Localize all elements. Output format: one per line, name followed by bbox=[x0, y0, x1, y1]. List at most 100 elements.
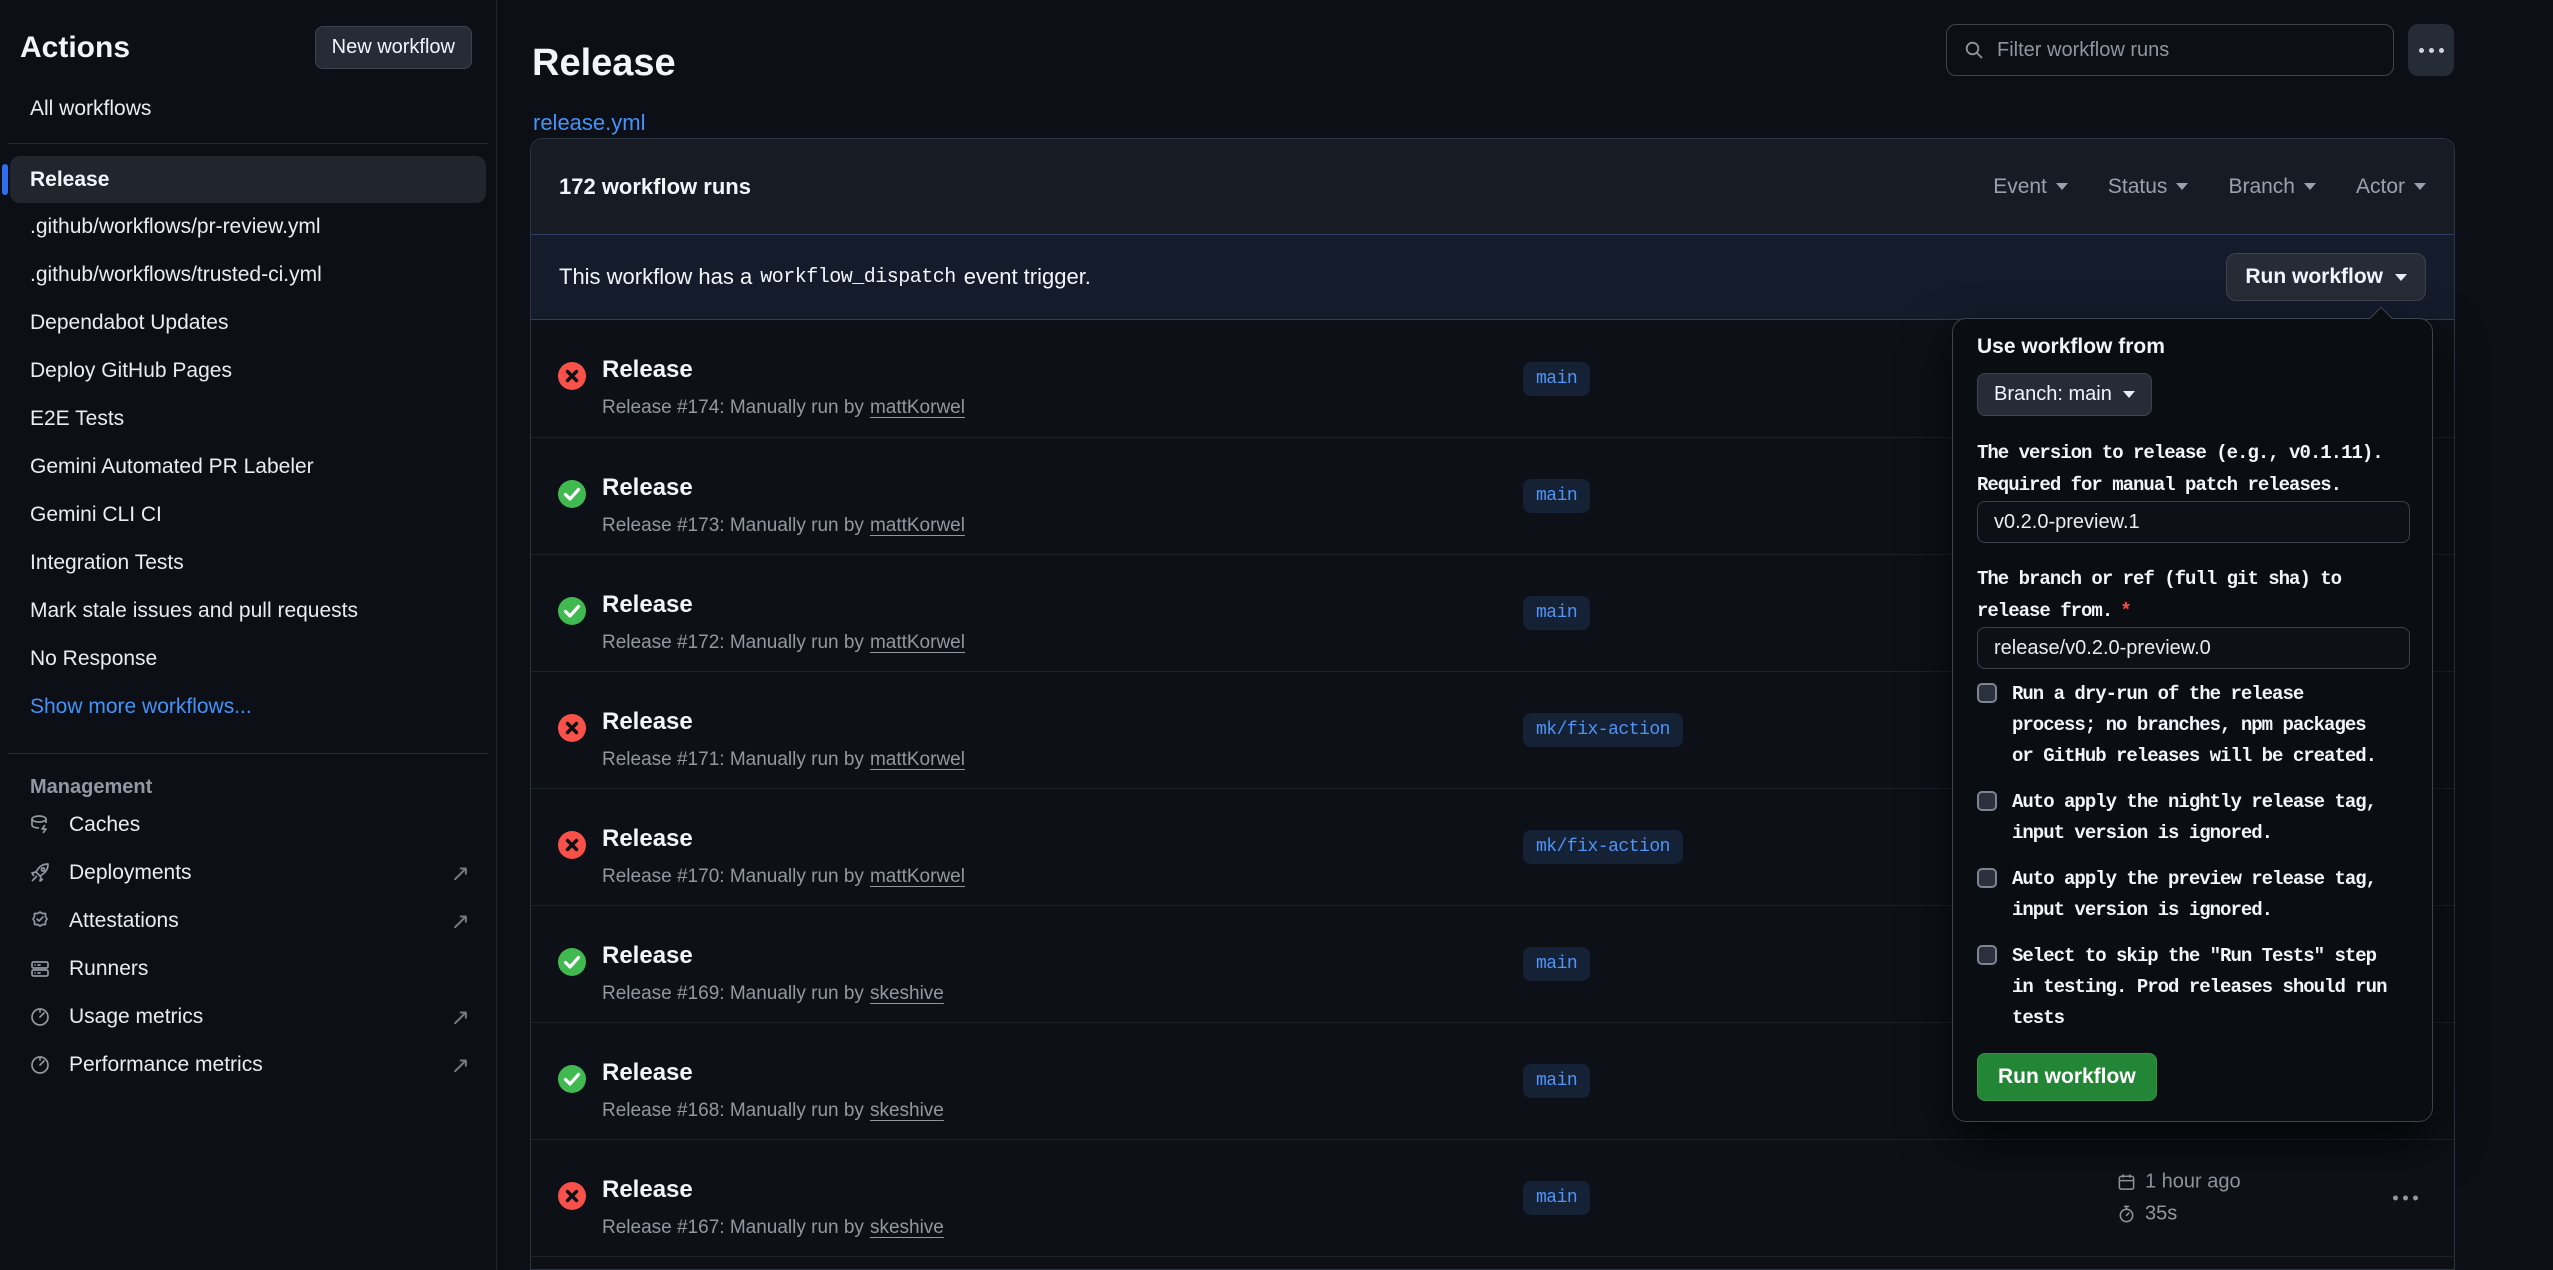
branch-badge[interactable]: main bbox=[1523, 596, 1590, 630]
panel-checkbox[interactable] bbox=[1977, 868, 1997, 888]
sidebar-divider bbox=[8, 143, 488, 144]
x-circle-icon bbox=[557, 361, 587, 391]
sidebar-workflow-item[interactable]: Integration Tests bbox=[0, 539, 496, 587]
run-options-button[interactable] bbox=[2393, 1196, 2418, 1201]
panel-checkbox[interactable] bbox=[1977, 683, 1997, 703]
sidebar-workflow-item[interactable]: Dependabot Updates bbox=[0, 299, 496, 347]
branch-badge[interactable]: main bbox=[1523, 947, 1590, 981]
branch-badge[interactable]: main bbox=[1523, 479, 1590, 513]
workflow-run-row[interactable]: Release Release #167: Manually run byske… bbox=[531, 1139, 2454, 1256]
actor-link[interactable]: mattKorwel bbox=[870, 397, 965, 418]
checkbox-group: Auto apply the preview release tag, inpu… bbox=[1977, 864, 2417, 926]
sidebar-workflow-item[interactable]: Gemini Automated PR Labeler bbox=[0, 443, 496, 491]
branch-badge[interactable]: mk/fix-action bbox=[1523, 830, 1683, 864]
checkbox-group: Auto apply the nightly release tag, inpu… bbox=[1977, 787, 2417, 849]
search-icon bbox=[1963, 39, 1985, 61]
chevron-down-icon bbox=[2123, 391, 2135, 398]
panel-title: Use workflow from bbox=[1977, 335, 2165, 359]
actor-link[interactable]: mattKorwel bbox=[870, 632, 965, 653]
run-description: Release #171: Manually run bymattKorwel bbox=[602, 749, 965, 771]
sidebar-workflow-item[interactable]: .github/workflows/pr-review.yml bbox=[0, 203, 496, 251]
sidebar-item-runners[interactable]: Runners bbox=[0, 945, 496, 993]
run-workflow-dropdown-button[interactable]: Run workflow bbox=[2226, 253, 2426, 301]
filter-dropdown[interactable]: Branch bbox=[2228, 175, 2316, 199]
run-description: Release #174: Manually run bymattKorwel bbox=[602, 397, 965, 419]
run-description: Release #172: Manually run bymattKorwel bbox=[602, 632, 965, 654]
workflow-run-row-partial bbox=[531, 1256, 2454, 1270]
sidebar-item-label: Runners bbox=[69, 957, 148, 981]
sidebar-item-label: Usage metrics bbox=[69, 1005, 203, 1029]
sidebar-workflow-item[interactable]: Deploy GitHub Pages bbox=[0, 347, 496, 395]
run-title: Release bbox=[602, 356, 693, 384]
checkbox-label: Run a dry-run of the release process; no… bbox=[2012, 679, 2376, 772]
run-workflow-panel: Use workflow from Branch: main The versi… bbox=[1952, 318, 2433, 1122]
sidebar-item-label: Attestations bbox=[69, 909, 179, 933]
new-workflow-button[interactable]: New workflow bbox=[315, 26, 472, 69]
filter-dropdown[interactable]: Actor bbox=[2356, 175, 2426, 199]
sidebar-item-caches[interactable]: Caches bbox=[0, 801, 496, 849]
external-link-icon: ↗ bbox=[451, 908, 470, 935]
runs-filters: Event Status Branch Actor bbox=[1993, 175, 2426, 199]
version-input[interactable] bbox=[1977, 501, 2410, 543]
sidebar-workflow-item[interactable]: Gemini CLI CI bbox=[0, 491, 496, 539]
sidebar-item-attestations[interactable]: Attestations ↗ bbox=[0, 897, 496, 945]
more-options-button[interactable] bbox=[2408, 24, 2454, 76]
run-title: Release bbox=[602, 942, 693, 970]
actor-link[interactable]: mattKorwel bbox=[870, 515, 965, 536]
run-title: Release bbox=[602, 1059, 693, 1087]
run-workflow-submit-button[interactable]: Run workflow bbox=[1977, 1053, 2157, 1101]
actions-title: Actions bbox=[20, 31, 130, 65]
branch-badge[interactable]: mk/fix-action bbox=[1523, 713, 1683, 747]
actor-link[interactable]: skeshive bbox=[870, 1100, 944, 1121]
run-title: Release bbox=[602, 474, 693, 502]
show-more-workflows-link[interactable]: Show more workflows... bbox=[0, 683, 496, 731]
kebab-horizontal-icon bbox=[2419, 48, 2424, 53]
sidebar-workflow-item[interactable]: .github/workflows/trusted-ci.yml bbox=[0, 251, 496, 299]
sidebar-item-deployments[interactable]: Deployments ↗ bbox=[0, 849, 496, 897]
filter-dropdown-label: Event bbox=[1993, 175, 2047, 199]
sidebar-item-release-selected[interactable]: Release bbox=[10, 156, 486, 203]
run-title: Release bbox=[602, 1176, 693, 1204]
filter-dropdown[interactable]: Event bbox=[1993, 175, 2068, 199]
sidebar-workflow-item[interactable]: No Response bbox=[0, 635, 496, 683]
sidebar-item-usage-metrics[interactable]: Usage metrics ↗ bbox=[0, 993, 496, 1041]
meter-icon bbox=[28, 1005, 52, 1029]
banner-text-after: event trigger. bbox=[964, 264, 1091, 290]
sidebar-workflow-item[interactable]: E2E Tests bbox=[0, 395, 496, 443]
actor-link[interactable]: skeshive bbox=[870, 983, 944, 1004]
sidebar-item-performance-metrics[interactable]: Performance metrics ↗ bbox=[0, 1041, 496, 1089]
sidebar-workflow-item[interactable]: Mark stale issues and pull requests bbox=[0, 587, 496, 635]
panel-checkbox[interactable] bbox=[1977, 945, 1997, 965]
filter-dropdown[interactable]: Status bbox=[2108, 175, 2189, 199]
external-link-icon: ↗ bbox=[451, 860, 470, 887]
panel-checkbox-list: Run a dry-run of the release process; no… bbox=[1977, 679, 2417, 1049]
check-circle-icon bbox=[557, 1064, 587, 1094]
run-meta: 1 hour ago 35s bbox=[2117, 1171, 2241, 1226]
actor-link[interactable]: mattKorwel bbox=[870, 866, 965, 887]
branch-badge[interactable]: main bbox=[1523, 1181, 1590, 1215]
banner-code: workflow_dispatch bbox=[760, 266, 956, 289]
run-description: Release #170: Manually run bymattKorwel bbox=[602, 866, 965, 888]
workflow-file-link[interactable]: release.yml bbox=[533, 110, 645, 136]
branch-selector-button[interactable]: Branch: main bbox=[1977, 373, 2152, 416]
check-circle-icon bbox=[557, 596, 587, 626]
sidebar-item-label: Caches bbox=[69, 813, 140, 837]
rocket-icon bbox=[28, 861, 52, 885]
panel-checkbox[interactable] bbox=[1977, 791, 1997, 811]
actions-page: Actions New workflow All workflows Relea… bbox=[0, 0, 2553, 1270]
sidebar-divider bbox=[8, 753, 488, 754]
ref-input[interactable] bbox=[1977, 627, 2410, 669]
filter-workflow-runs-input[interactable] bbox=[1997, 39, 2377, 62]
checkbox-label: Auto apply the preview release tag, inpu… bbox=[2012, 864, 2376, 926]
all-workflows-link[interactable]: All workflows bbox=[30, 97, 496, 121]
run-description: Release #168: Manually run byskeshive bbox=[602, 1100, 944, 1122]
version-input-description: The version to release (e.g., v0.1.11). … bbox=[1977, 437, 2383, 501]
banner-text-before: This workflow has a bbox=[559, 264, 752, 290]
branch-badge[interactable]: main bbox=[1523, 1064, 1590, 1098]
sidebar-item-label: Performance metrics bbox=[69, 1053, 263, 1077]
run-duration: 35s bbox=[2145, 1203, 2177, 1226]
actor-link[interactable]: skeshive bbox=[870, 1217, 944, 1238]
branch-badge[interactable]: main bbox=[1523, 362, 1590, 396]
ref-input-description: The branch or ref (full git sha) to rele… bbox=[1977, 563, 2341, 627]
actor-link[interactable]: mattKorwel bbox=[870, 749, 965, 770]
